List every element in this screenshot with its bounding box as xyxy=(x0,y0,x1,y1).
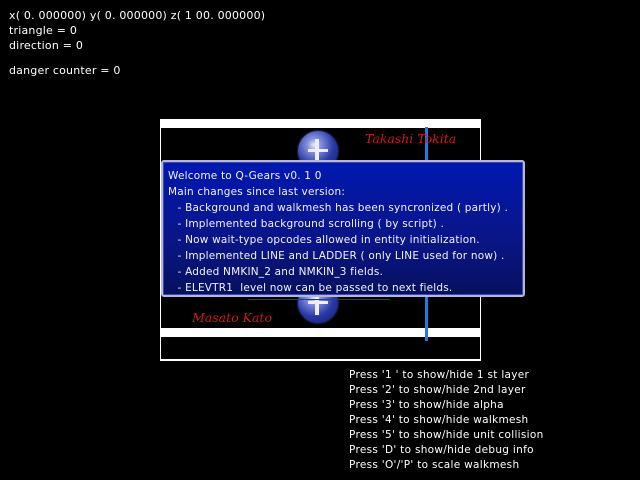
dialog-title: Welcome to Q-Gears v0. 1 0 xyxy=(168,170,322,182)
walkmesh-edge xyxy=(248,299,390,300)
credit-text-bottom: Masato Kato xyxy=(192,310,272,325)
credit-text-top: Takashi Tokita xyxy=(365,131,457,146)
help-line-scale: Press 'O'/'P' to scale walkmesh xyxy=(349,459,520,471)
help-line-alpha: Press '3' to show/hide alpha xyxy=(349,399,504,411)
debug-position: x( 0. 000000) y( 0. 000000) z( 1 00. 000… xyxy=(9,9,266,22)
debug-info: x( 0. 000000) y( 0. 000000) z( 1 00. 000… xyxy=(9,8,265,78)
keyboard-help: Press '1 ' to show/hide 1 st layer Press… xyxy=(349,368,544,473)
help-line-collision: Press '5' to show/hide unit collision xyxy=(349,429,544,441)
dialog-change-item: - Implemented LINE and LADDER ( only LIN… xyxy=(174,250,505,262)
dialog-change-item: - Background and walkmesh has been syncr… xyxy=(174,202,509,214)
help-line-walkmesh: Press '4' to show/hide walkmesh xyxy=(349,414,529,426)
debug-direction: direction = 0 xyxy=(9,39,84,52)
dialog-subtitle: Main changes since last version: xyxy=(168,186,346,198)
help-line-layer2: Press '2' to show/hide 2nd layer xyxy=(349,384,526,396)
debug-triangle: triangle = 0 xyxy=(9,24,78,37)
dialog-change-item: - Now wait-type opcodes allowed in entit… xyxy=(174,234,480,246)
welcome-dialog: Welcome to Q-Gears v0. 1 0 Main changes … xyxy=(161,160,525,297)
dialog-change-item: - Added NMKIN_2 and NMKIN_3 fields. xyxy=(174,266,384,278)
dialog-change-item: - ELEVTR1 level now can be passed to nex… xyxy=(174,282,453,294)
help-line-layer1: Press '1 ' to show/hide 1 st layer xyxy=(349,369,530,381)
debug-danger-counter: danger counter = 0 xyxy=(9,64,121,77)
help-line-debug: Press 'D' to show/hide debug info xyxy=(349,444,534,456)
dialog-change-item: - Implemented background scrolling ( by … xyxy=(174,218,445,230)
